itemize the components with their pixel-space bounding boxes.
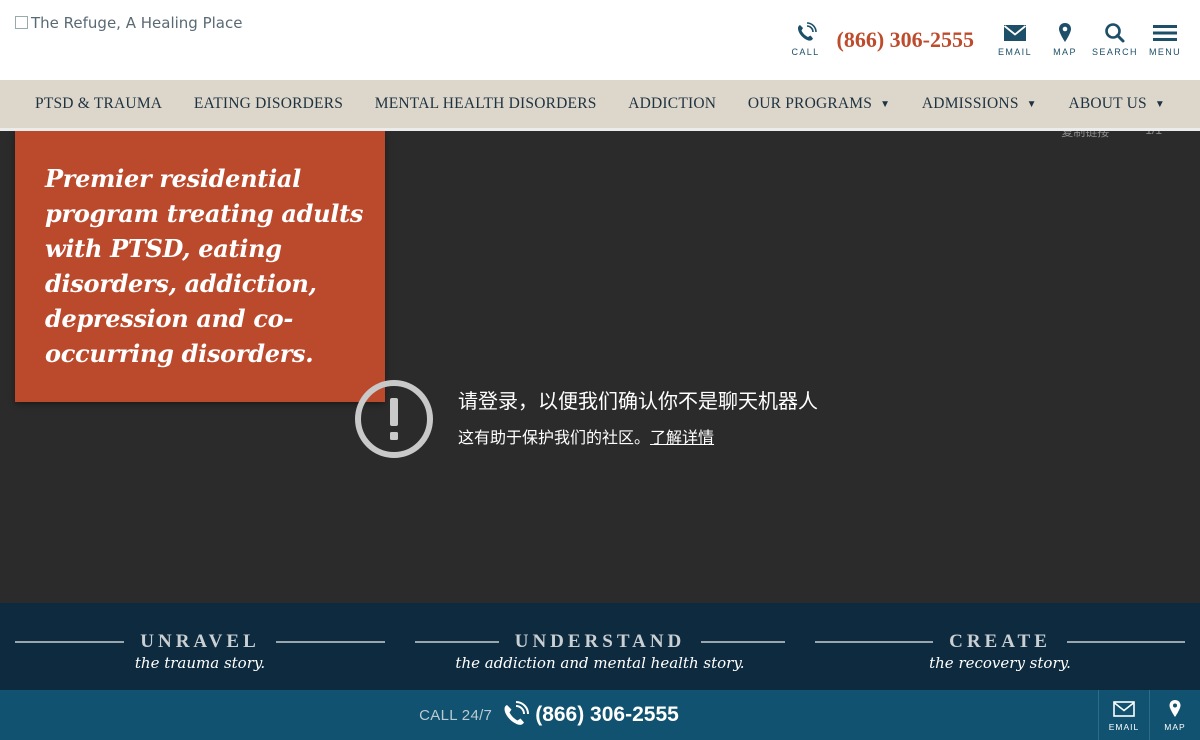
notice-title: 请登录，以便我们确认你不是聊天机器人: [458, 389, 818, 413]
footer-map-button[interactable]: MAP: [1149, 690, 1200, 740]
exclamation-circle-icon: [355, 380, 433, 458]
call-label: CALL: [791, 47, 820, 57]
header-tools: CALL (866) 306-2555 EMAIL MAP SEARCH MEN…: [781, 22, 1190, 62]
caret-down-icon: ▼: [1154, 98, 1165, 110]
divider: [701, 641, 785, 643]
divider: [15, 641, 125, 643]
broken-image-icon: [15, 15, 28, 29]
map-label: MAP: [1053, 47, 1077, 57]
footer-email-label: EMAIL: [1108, 721, 1140, 732]
footer-call-link[interactable]: CALL 24/7 (866) 306-2555: [0, 690, 1098, 740]
promo-text: Premier residential program treating adu…: [45, 164, 364, 368]
caret-down-icon: ▼: [1026, 98, 1037, 110]
footer-email-button[interactable]: EMAIL: [1098, 690, 1149, 740]
nav-item-our-programs[interactable]: OUR PROGRAMS ▼: [748, 95, 890, 113]
site-header: The Refuge, A Healing Place CALL (866) 3…: [0, 0, 1200, 80]
sticky-footer-bar: CALL 24/7 (866) 306-2555 EMAIL MAP: [0, 690, 1200, 740]
envelope-icon: [1003, 25, 1027, 41]
tagline-unravel: UNRAVEL the trauma story.: [15, 631, 386, 672]
copy-link-text[interactable]: 复制链接: [1061, 131, 1109, 140]
call-button[interactable]: CALL: [781, 22, 831, 57]
hamburger-menu-icon: [1153, 25, 1177, 41]
nav-item-ptsd-trauma[interactable]: PTSD & TRAUMA: [35, 95, 162, 113]
search-icon: [1105, 23, 1125, 43]
divider: [1066, 641, 1185, 643]
embed-toolbar-partial: 复制链接 1/1: [1061, 131, 1162, 140]
hero-video-embed: 复制链接 1/1 Premier residential program tre…: [0, 131, 1200, 603]
call-247-label: CALL 24/7: [419, 706, 493, 724]
envelope-icon: [1113, 700, 1135, 717]
promo-callout: Premier residential program treating adu…: [15, 131, 385, 402]
email-label: EMAIL: [997, 47, 1032, 57]
nav-item-mental-health-disorders[interactable]: MENTAL HEALTH DISORDERS: [375, 95, 597, 113]
site-logo[interactable]: The Refuge, A Healing Place: [15, 14, 242, 32]
header-phone-link[interactable]: (866) 306-2555: [837, 27, 974, 53]
main-nav: PTSD & TRAUMA EATING DISORDERS MENTAL HE…: [0, 80, 1200, 131]
map-pin-icon: [1169, 699, 1181, 717]
search-button[interactable]: SEARCH: [1090, 22, 1140, 57]
notice-body: 这有助于保护我们的社区。了解详情: [458, 428, 715, 447]
search-label: SEARCH: [1092, 47, 1138, 57]
map-pin-icon: [1059, 23, 1071, 42]
login-notice: 请登录，以便我们确认你不是聊天机器人 这有助于保护我们的社区。了解详情: [353, 378, 818, 460]
learn-more-link[interactable]: 了解详情: [650, 428, 714, 447]
divider: [415, 641, 499, 643]
phone-icon: [797, 22, 817, 41]
tagline-understand: UNDERSTAND the addiction and mental heal…: [415, 631, 785, 672]
nav-item-addiction[interactable]: ADDICTION: [628, 95, 716, 113]
menu-label: MENU: [1148, 47, 1182, 57]
map-button[interactable]: MAP: [1040, 22, 1090, 57]
divider: [275, 641, 386, 643]
tagline-band: UNRAVEL the trauma story. UNDERSTAND the…: [0, 603, 1200, 690]
logo-alt-text: The Refuge, A Healing Place: [31, 14, 243, 32]
caret-down-icon: ▼: [880, 98, 891, 110]
tagline-create: CREATE the recovery story.: [815, 631, 1185, 672]
phone-icon: [504, 701, 530, 725]
page-count-text: 1/1: [1145, 131, 1162, 140]
divider: [815, 641, 934, 643]
nav-item-eating-disorders[interactable]: EATING DISORDERS: [194, 95, 343, 113]
footer-map-label: MAP: [1164, 721, 1186, 732]
nav-item-admissions[interactable]: ADMISSIONS ▼: [922, 95, 1037, 113]
menu-button[interactable]: MENU: [1140, 22, 1190, 57]
email-button[interactable]: EMAIL: [990, 22, 1040, 57]
footer-phone: (866) 306-2555: [535, 703, 679, 726]
nav-item-about-us[interactable]: ABOUT US ▼: [1068, 95, 1165, 113]
